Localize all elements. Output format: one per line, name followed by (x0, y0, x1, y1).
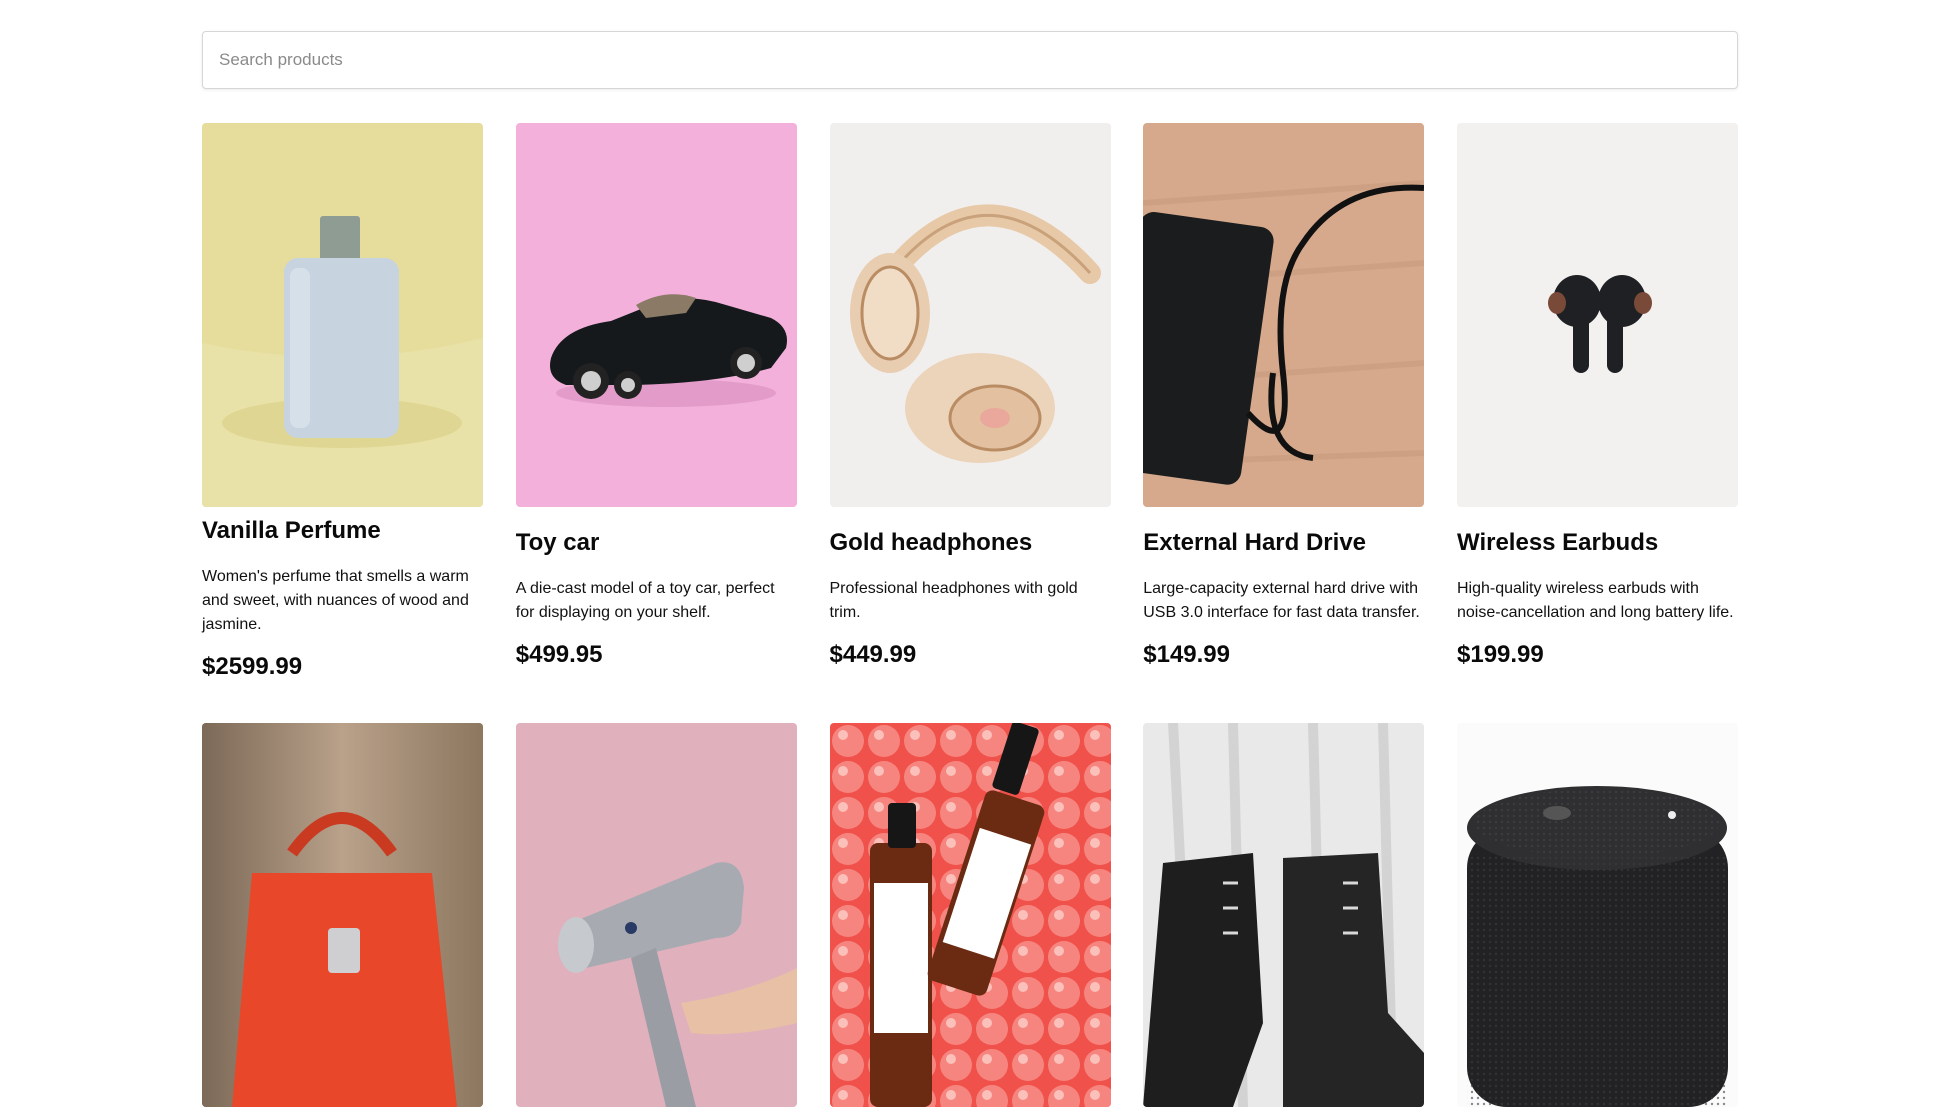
earbuds-image[interactable] (1457, 123, 1738, 507)
speaker-image[interactable] (1457, 723, 1738, 1107)
toy-car-image[interactable] (515, 123, 797, 507)
product-price: $449.99 (829, 641, 917, 668)
product-info: External Hard Drive Large-capacity exter… (1143, 507, 1424, 691)
product-description: Large-capacity external hard drive with … (1143, 580, 1420, 621)
perfume-bottle-image[interactable] (202, 123, 483, 507)
product-card-handbag[interactable] (202, 723, 483, 1107)
handbag-image[interactable] (202, 723, 483, 1107)
product-title: Gold headphones (829, 529, 1033, 556)
headphones-image[interactable] (829, 123, 1111, 507)
hard-drive-image[interactable] (1143, 123, 1425, 507)
product-card-gold-headphones[interactable]: Gold headphones Professional headphones … (829, 123, 1111, 723)
product-title: Vanilla Perfume (202, 517, 381, 544)
product-info: Vanilla Perfume Women's perfume that sme… (202, 507, 483, 691)
search-bar (202, 31, 1738, 89)
product-card-wireless-earbuds[interactable]: Wireless Earbuds High-quality wireless e… (1457, 123, 1738, 723)
search-input[interactable] (202, 31, 1738, 89)
product-card-vanilla-perfume[interactable]: Vanilla Perfume Women's perfume that sme… (202, 123, 483, 723)
product-grid: Vanilla Perfume Women's perfume that sme… (202, 123, 1738, 1107)
product-price: $149.99 (1143, 641, 1231, 668)
product-title: Wireless Earbuds (1457, 529, 1659, 556)
product-description: High-quality wireless earbuds with noise… (1457, 580, 1734, 621)
product-price: $2599.99 (202, 653, 303, 680)
product-card-external-hard-drive[interactable]: External Hard Drive Large-capacity exter… (1143, 123, 1425, 723)
product-description: Professional headphones with gold trim. (829, 580, 1078, 621)
product-info: Gold headphones Professional headphones … (830, 507, 1111, 691)
boots-image[interactable] (1143, 723, 1425, 1107)
product-title: External Hard Drive (1143, 529, 1367, 556)
product-card-toy-car[interactable]: Toy car A die-cast model of a toy car, p… (515, 123, 797, 723)
serum-bottles-image[interactable] (829, 723, 1111, 1107)
product-info: Wireless Earbuds High-quality wireless e… (1457, 507, 1738, 691)
product-card-hair-dryer[interactable] (515, 723, 797, 1107)
product-price: $199.99 (1457, 641, 1544, 668)
product-description: A die-cast model of a toy car, perfect f… (515, 580, 775, 621)
product-card-serum[interactable] (829, 723, 1111, 1107)
product-title: Toy car (515, 529, 600, 556)
product-description: Women's perfume that smells a warm and s… (202, 568, 469, 633)
product-card-boots[interactable] (1143, 723, 1425, 1107)
product-card-speaker[interactable] (1457, 723, 1738, 1107)
product-price: $499.95 (515, 641, 603, 668)
hair-dryer-image[interactable] (515, 723, 797, 1107)
product-info: Toy car A die-cast model of a toy car, p… (516, 507, 797, 691)
